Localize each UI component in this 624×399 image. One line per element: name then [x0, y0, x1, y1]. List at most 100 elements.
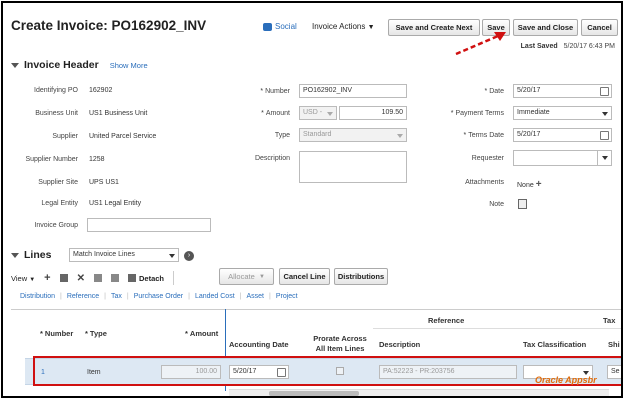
delete-row-icon[interactable]: ✕ [77, 273, 85, 284]
tax-classification-column-header[interactable]: Tax Classification [523, 340, 586, 349]
page-title: Create Invoice: PO162902_INV [11, 18, 207, 33]
cancel-line-button[interactable]: Cancel Line [279, 268, 330, 285]
show-more-link[interactable]: Show More [110, 61, 148, 70]
group-header-divider [373, 328, 621, 329]
legal-entity-label: Legal Entity [41, 200, 78, 207]
supplier-number-value: 1258 [89, 156, 105, 163]
supplier-number-label: Supplier Number [25, 156, 78, 163]
chevron-down-icon [602, 156, 608, 160]
payment-terms-value: Immediate [517, 109, 550, 116]
tab-reference[interactable]: Reference [62, 293, 104, 300]
tab-distribution[interactable]: Distribution [15, 293, 60, 300]
match-select-value: Match Invoice Lines [73, 251, 135, 258]
identifying-po-label: Identifying PO [34, 87, 78, 94]
collapse-triangle-icon[interactable] [11, 62, 19, 68]
view-menu[interactable]: View ▼ [11, 274, 35, 283]
description-column-header[interactable]: Description [379, 340, 420, 349]
terms-date-input[interactable]: 5/20/17 [513, 128, 612, 142]
social-link[interactable]: Social [263, 22, 297, 31]
allocate-button[interactable]: Allocate ▼ [219, 268, 274, 285]
legal-entity-value: US1 Legal Entity [89, 200, 142, 207]
requester-select[interactable] [513, 150, 612, 166]
add-icon[interactable]: + [536, 179, 542, 190]
section-title: Lines [24, 249, 52, 261]
tab-tax[interactable]: Tax [106, 293, 127, 300]
date-label: * Date [484, 88, 504, 95]
save-row-icon[interactable] [59, 274, 68, 282]
supplier-label: Supplier [52, 133, 78, 140]
lines-toolbar: View ▼ + ✕ Detach [11, 271, 175, 285]
chevron-down-icon: ▼ [258, 273, 265, 280]
type-label: Type [274, 132, 290, 139]
detach-label: Detach [139, 273, 165, 283]
match-invoice-lines-select[interactable]: Match Invoice Lines [69, 248, 179, 262]
calendar-icon[interactable] [600, 131, 609, 140]
last-saved-label: Last Saved [520, 43, 558, 50]
annotation-arrow [455, 32, 506, 56]
terms-date-value: 5/20/17 [517, 131, 541, 138]
chevron-down-icon: ▼ [367, 24, 375, 31]
number-header-text: Number [44, 329, 74, 338]
attachments-value: None + [517, 179, 542, 190]
type-header-text: Type [89, 329, 107, 338]
edit-note-icon[interactable] [518, 199, 527, 209]
watermark-logo: Oracle Appsbr [535, 375, 597, 385]
freeze-icon[interactable] [94, 274, 102, 282]
amount-label: * Amount [261, 110, 290, 117]
invoice-group-input[interactable] [87, 218, 211, 232]
prorate-column-header[interactable]: Prorate Across All Item Lines [309, 334, 371, 354]
horizontal-scrollbar[interactable] [229, 389, 609, 396]
detach-button[interactable]: Detach [128, 274, 164, 283]
chevron-down-icon [169, 254, 175, 258]
collapse-triangle-icon[interactable] [11, 252, 19, 258]
amount-header-text: Amount [189, 329, 219, 338]
detach-icon [128, 274, 136, 282]
accounting-date-column-header[interactable]: Accounting Date [229, 340, 289, 349]
go-icon[interactable]: › [184, 251, 194, 261]
amount-column-header[interactable]: * Amount [185, 329, 218, 338]
amount-input[interactable]: 109.50 [339, 106, 407, 120]
requester-label: Requester [471, 155, 504, 162]
description-textarea[interactable] [299, 151, 407, 183]
invoice-window: Create Invoice: PO162902_INV Social Invo… [1, 1, 623, 398]
date-value: 5/20/17 [517, 87, 541, 94]
currency-select[interactable]: USD - [299, 106, 337, 120]
divider [173, 271, 175, 285]
chevron-down-icon: ▼ [29, 276, 36, 283]
tax-group-header: Tax [603, 316, 616, 325]
type-value: Standard [303, 131, 332, 138]
distributions-button[interactable]: Distributions [334, 268, 388, 285]
payment-terms-label: * Payment Terms [450, 110, 504, 117]
invoice-actions-menu[interactable]: Invoice Actions ▼ [312, 22, 375, 31]
tab-purchase-order[interactable]: Purchase Order [129, 293, 188, 300]
attachments-label: Attachments [465, 179, 504, 186]
add-row-icon[interactable]: + [44, 272, 50, 284]
payment-terms-select[interactable]: Immediate [513, 106, 612, 120]
shi-column-header[interactable]: Shi [608, 340, 620, 349]
tab-asset[interactable]: Asset [241, 293, 269, 300]
social-label: Social [275, 22, 297, 31]
chevron-down-icon [327, 112, 333, 116]
scrollbar-thumb[interactable] [269, 391, 359, 396]
type-select[interactable]: Standard [299, 128, 407, 142]
tab-landed-cost[interactable]: Landed Cost [190, 293, 240, 300]
cancel-button[interactable]: Cancel [581, 19, 618, 36]
save-and-close-button[interactable]: Save and Close [513, 19, 578, 36]
date-input[interactable]: 5/20/17 [513, 84, 612, 98]
business-unit-value: US1 Business Unit [89, 110, 148, 117]
terms-date-label-text: Terms Date [468, 132, 504, 139]
description-label: Description [254, 155, 290, 162]
type-column-header[interactable]: * Type [85, 329, 107, 338]
chevron-down-icon [602, 112, 608, 116]
view-label: View [11, 273, 28, 283]
calendar-icon[interactable] [600, 87, 609, 96]
number-input[interactable]: PO162902_INV [299, 84, 407, 98]
number-column-header[interactable]: * Number [40, 329, 73, 338]
line-detail-tabs: Distribution | Reference | Tax | Purchase O… [15, 293, 303, 300]
tab-project[interactable]: Project [271, 293, 303, 300]
invoice-header-section: Invoice Header Show More [11, 59, 148, 71]
terms-date-label: * Terms Date [463, 132, 504, 139]
supplier-value: United Parcel Service [89, 133, 157, 140]
export-icon[interactable] [111, 274, 119, 282]
supplier-site-label: Supplier Site [38, 179, 78, 186]
